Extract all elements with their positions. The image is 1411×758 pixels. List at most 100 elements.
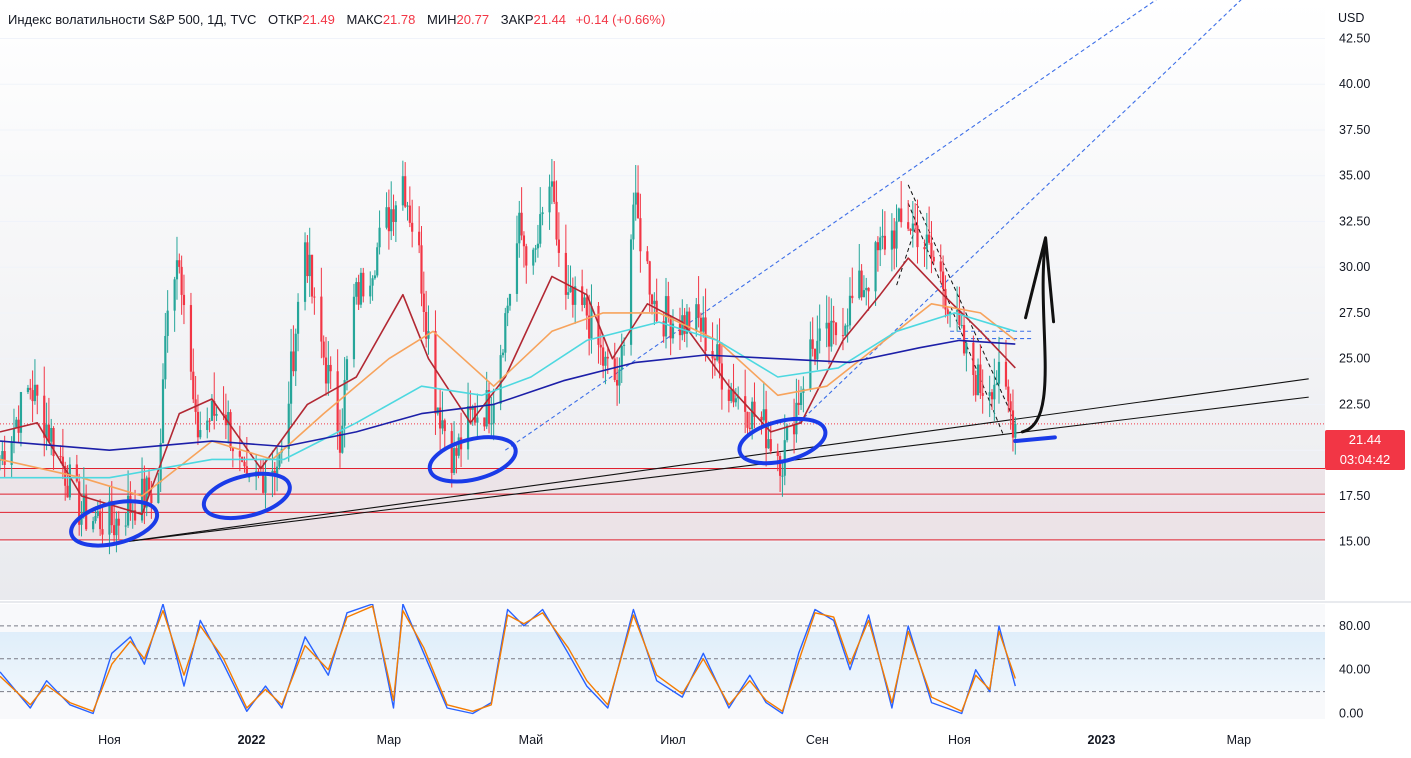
candle-body (376, 247, 379, 276)
candle-body (834, 322, 838, 336)
candle-body (515, 243, 519, 294)
open-label: ОТКР (268, 12, 303, 27)
low-label: МИН (426, 12, 457, 27)
candle-body (883, 235, 886, 250)
candle-body (634, 192, 637, 205)
stochastic-tick-label: 0.00 (1339, 707, 1363, 721)
candle-body (506, 305, 509, 314)
candle-body (303, 242, 307, 302)
candle-body (553, 181, 556, 202)
candle-body (406, 205, 409, 207)
candle-body (746, 411, 749, 428)
candle-body (797, 402, 800, 406)
bar-countdown: 03:04:42 (1339, 452, 1391, 467)
candle-body (548, 186, 551, 213)
candle-body (974, 375, 977, 396)
last-price: 21.44 (1348, 432, 1382, 447)
candle-body (206, 420, 209, 431)
candle-body (681, 315, 684, 336)
candle-body (359, 272, 363, 305)
candle-body (946, 309, 949, 315)
time-tick-label: 2022 (238, 733, 266, 747)
candle-body (792, 425, 796, 435)
candle-body (3, 451, 6, 465)
price-tick-label: 35.00 (1339, 169, 1370, 183)
candle-body (455, 448, 458, 456)
level-zone (0, 468, 1325, 540)
candle-body (893, 230, 896, 249)
time-axis[interactable]: Ноя 2022 Мар Май Июл Сен Ноя 2023 Мар (98, 733, 1251, 747)
chart-canvas[interactable]: 42.50 40.00 37.50 35.00 32.50 30.00 27.50 25.00… (0, 0, 1411, 758)
candle-body (129, 495, 132, 512)
candle-body (47, 424, 51, 442)
candle-body (262, 472, 265, 493)
candle-body (101, 529, 104, 535)
candle-body (164, 335, 167, 380)
candle-body (557, 239, 560, 253)
candle-body (571, 287, 574, 305)
candle-body (345, 359, 349, 381)
candle-body (355, 282, 358, 297)
candle-body (66, 485, 69, 498)
candle-body (443, 420, 446, 432)
candle-body (292, 351, 295, 372)
candle-body (343, 380, 346, 426)
stochastic-tick-label: 40.00 (1339, 663, 1370, 677)
candle-body (483, 417, 486, 427)
price-tick-label: 27.50 (1339, 306, 1370, 320)
candle-body (830, 320, 833, 347)
candle-body (1007, 386, 1010, 402)
candle-body (411, 222, 414, 232)
candle-body (955, 310, 959, 312)
candle-body (876, 242, 879, 251)
candle-body (646, 251, 649, 262)
candle-body (925, 234, 928, 250)
candle-body (457, 437, 460, 456)
candle-body (874, 242, 877, 292)
price-tick-label: 30.00 (1339, 260, 1370, 274)
candle-body (648, 261, 651, 295)
candle-body (215, 413, 218, 416)
stochastic-axis[interactable]: 80.00 40.00 0.00 (1339, 619, 1370, 721)
time-tick-label: 2023 (1088, 733, 1116, 747)
candle-body (995, 383, 998, 385)
candle-body (702, 317, 705, 332)
candle-body (713, 358, 716, 361)
candle-body (979, 364, 982, 393)
candle-body (124, 525, 127, 527)
candle-body (960, 325, 963, 327)
symbol-title[interactable]: Индекс волатильности S&P 500, 1Д, TVC (8, 12, 256, 27)
candle-body (231, 448, 234, 452)
candle-body (175, 260, 179, 280)
price-axis[interactable]: 42.50 40.00 37.50 35.00 32.50 30.00 27.50 25.00… (1339, 31, 1370, 548)
candle-body (862, 290, 866, 298)
candle-body (846, 325, 849, 327)
candle-body (539, 214, 542, 244)
candle-body (189, 305, 193, 372)
candle-body (981, 392, 984, 396)
candle-body (860, 270, 863, 298)
price-tick-label: 22.50 (1339, 397, 1370, 411)
candle-body (199, 430, 202, 438)
candle-body (881, 235, 884, 238)
candle-body (29, 387, 32, 391)
candle-body (734, 398, 737, 403)
candle-body (776, 451, 779, 457)
candle-body (897, 208, 900, 222)
candle-body (993, 384, 996, 400)
candle-body (769, 439, 772, 452)
candle-body (392, 209, 395, 222)
time-tick-label: Ноя (948, 733, 971, 747)
candle-body (716, 344, 719, 361)
candle-body (962, 325, 966, 354)
candle-body (667, 296, 670, 317)
candle-body (900, 208, 903, 223)
candle-body (604, 356, 607, 366)
currency-label[interactable]: USD (1338, 11, 1364, 25)
candle-body (508, 293, 512, 306)
candle-body (848, 295, 852, 326)
candle-body (965, 342, 968, 354)
candle-body (1014, 423, 1017, 438)
candle-body (809, 339, 812, 389)
price-tick-label: 17.50 (1339, 489, 1370, 503)
